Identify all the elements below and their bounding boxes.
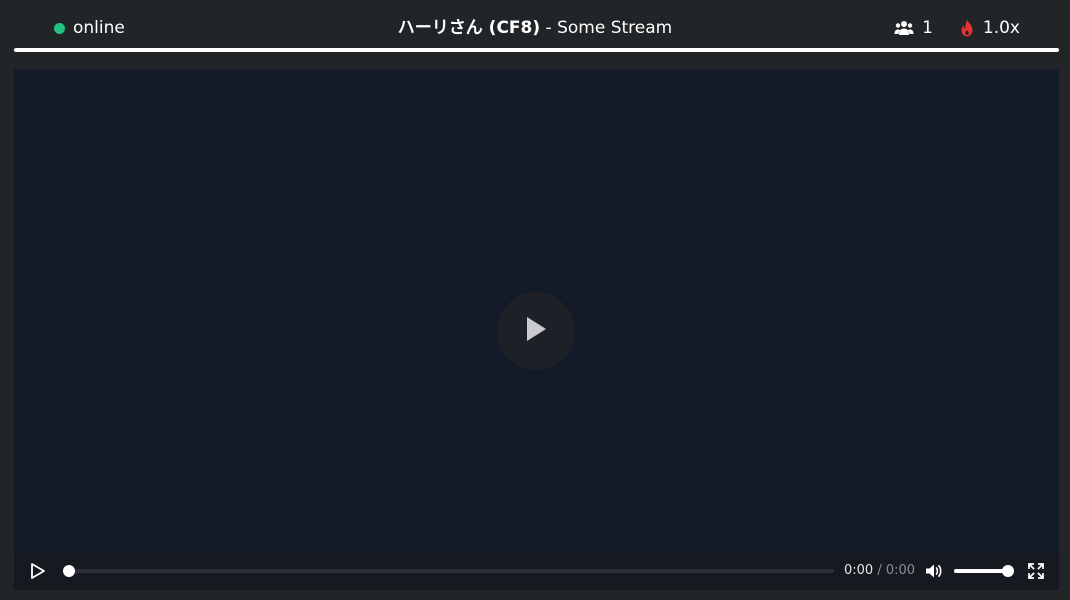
hype-multiplier-value: 1.0x <box>982 18 1020 38</box>
viewer-count-value: 1 <box>922 18 933 38</box>
volume-slider[interactable] <box>954 565 1014 577</box>
hype-multiplier: 1.0x <box>959 18 1020 38</box>
play-icon <box>30 563 46 583</box>
play-icon <box>524 315 548 347</box>
stream-header: online ハーリさん (CF8) - Some Stream 1 1.0x <box>0 0 1070 56</box>
fullscreen-button[interactable] <box>1028 563 1044 579</box>
seek-bar[interactable] <box>63 565 834 577</box>
big-play-button[interactable] <box>497 292 575 370</box>
seek-bar-thumb[interactable] <box>63 565 75 577</box>
mute-button[interactable] <box>925 562 943 580</box>
stream-stats: 1 1.0x <box>894 17 1020 39</box>
streamer-name: ハーリさん (CF8) <box>397 18 541 38</box>
volume-slider-thumb[interactable] <box>1002 565 1014 577</box>
video-player[interactable]: 0:00 / 0:00 <box>14 69 1059 590</box>
time-separator: / <box>873 563 886 578</box>
users-icon <box>894 20 914 36</box>
title-separator: - <box>540 18 558 38</box>
player-controls: 0:00 / 0:00 <box>14 552 1059 590</box>
stream-page: online ハーリさん (CF8) - Some Stream 1 1.0x … <box>0 0 1070 600</box>
header-divider <box>14 48 1059 52</box>
time-display: 0:00 / 0:00 <box>844 563 915 579</box>
play-button[interactable] <box>30 563 46 579</box>
viewer-count: 1 <box>894 18 933 38</box>
volume-slider-level <box>954 569 1008 573</box>
fullscreen-icon <box>1028 563 1044 583</box>
volume-icon <box>925 564 943 584</box>
duration: 0:00 <box>885 563 916 578</box>
fire-icon <box>959 19 975 37</box>
current-time: 0:00 <box>844 563 874 578</box>
stream-name: Some Stream <box>557 18 673 38</box>
